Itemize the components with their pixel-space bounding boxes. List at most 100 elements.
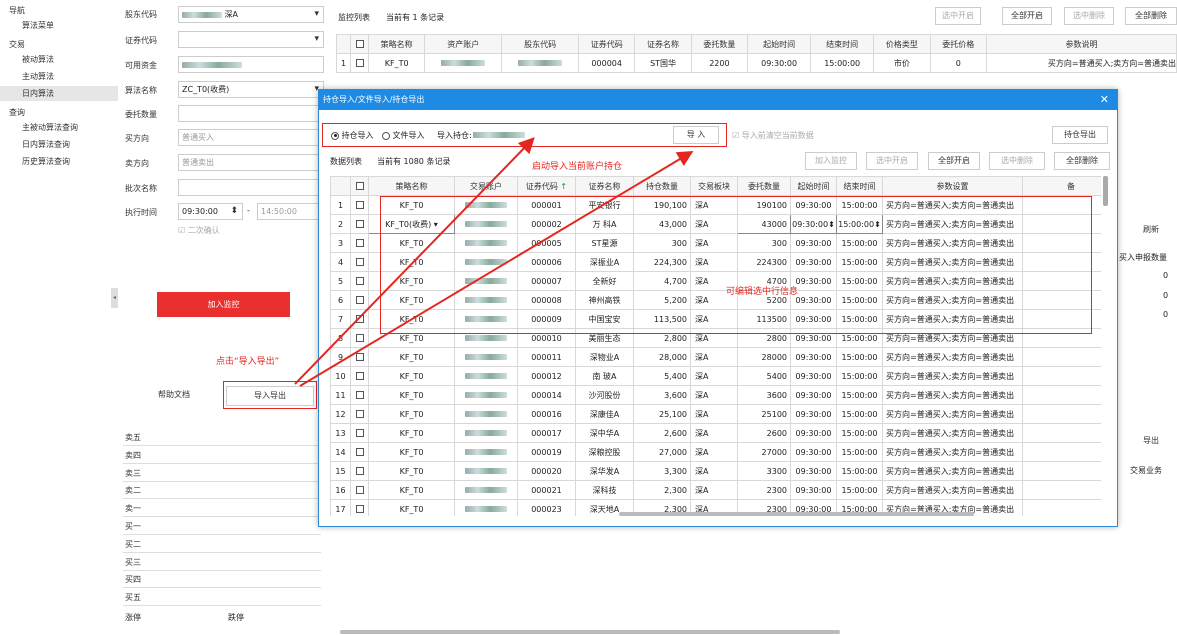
nav-item-algo-list[interactable]: 算法菜单 (0, 18, 118, 33)
nav-item-query-intraday[interactable]: 日内算法查询 (0, 137, 118, 152)
nav-item-query-passive[interactable]: 主被动算法查询 (0, 120, 118, 135)
row-index: 13 (330, 423, 351, 443)
refresh-button[interactable]: 刷新 (1125, 222, 1177, 240)
row-checkbox[interactable] (355, 59, 364, 67)
row-checkbox[interactable] (355, 239, 364, 247)
cell-entrust-qty: 27000 (737, 442, 791, 462)
select-all-checkbox[interactable] (355, 40, 364, 48)
monitor-sel-on-button[interactable]: 选中开启 (935, 7, 981, 25)
cell-entrust-qty: 3600 (737, 385, 791, 405)
second-confirm-checkbox[interactable]: ☑ 二次确认 (178, 225, 220, 236)
table-row[interactable]: 10 KF_T0 000012 南 玻A 5,400 深A 5400 09:30:00 15:0… (330, 366, 1101, 386)
cell-position-qty: 3,600 (633, 385, 691, 405)
row-checkbox[interactable] (355, 277, 364, 285)
table-row[interactable]: 1 KF_T0 000004 ST国华 2200 09:30:00 15:00:00 市价 0… (336, 53, 1177, 73)
cell-extra (1022, 480, 1101, 500)
nav-item-intraday[interactable]: 日内算法 (0, 86, 118, 101)
cell-account (424, 53, 503, 73)
table-row[interactable]: 13 KF_T0 000017 深中华A 2,600 深A 2600 09:30:00 15:0… (330, 423, 1101, 443)
cell-strategy: KF_T0 (368, 499, 455, 516)
row-checkbox[interactable] (355, 353, 364, 361)
dialog-sel-on-button[interactable]: 选中开启 (866, 152, 918, 170)
row-check (350, 404, 369, 424)
row-checkbox[interactable] (355, 486, 364, 494)
sort-up-icon[interactable]: ↑ (560, 182, 567, 191)
position-header-row: 策略名称 交易账户 证券代码 ↑ 证券名称 持仓数量 交易板块 委托数量 起始时… (330, 176, 1101, 196)
cell-account (454, 385, 518, 405)
row-checkbox[interactable] (355, 296, 364, 304)
row-check (350, 271, 369, 291)
shareholder-code-select[interactable]: 深A ▾ (178, 6, 324, 23)
algo-name-select[interactable]: ZC_T0(收费) ▾ (178, 81, 324, 98)
dialog-horizontal-scrollbar[interactable] (619, 512, 974, 516)
table-row[interactable]: 11 KF_T0 000014 沙河股份 3,600 深A 3600 09:30:00 15:0… (330, 385, 1101, 405)
cell-start: 09:30:00 (790, 347, 837, 367)
cell-position-qty: 27,000 (633, 442, 691, 462)
table-row[interactable]: 14 KF_T0 000019 深粮控股 27,000 深A 27000 09:30:00 15… (330, 442, 1101, 462)
monitor-sel-del-button[interactable]: 选中删除 (1064, 7, 1114, 25)
add-monitor-button[interactable]: 加入监控 (157, 292, 290, 317)
dialog-add-monitor-button[interactable]: 加入监控 (805, 152, 857, 170)
row-checkbox[interactable] (355, 315, 364, 323)
row-index: 5 (330, 271, 351, 291)
cell-name: 深华发A (575, 461, 634, 481)
row-checkbox[interactable] (355, 467, 364, 475)
cell-entrust-qty: 2300 (737, 480, 791, 500)
help-doc-button[interactable]: 帮助文档 (126, 386, 222, 406)
row-checkbox[interactable] (355, 448, 364, 456)
cell-board: 深A (690, 461, 738, 481)
horizontal-scrollbar[interactable] (340, 630, 840, 634)
nav-item-query-history[interactable]: 历史算法查询 (0, 154, 118, 169)
spin-icon[interactable]: ⬍ (230, 204, 238, 219)
row-check (350, 252, 369, 272)
row-checkbox[interactable] (355, 372, 364, 380)
cell-params: 买方向=普通买入;卖方向=普通卖出 (882, 442, 1023, 462)
select-all-checkbox[interactable] (355, 182, 364, 190)
export-position-button[interactable]: 持仓导出 (1052, 126, 1108, 144)
dialog-sel-del-button[interactable]: 选中删除 (989, 152, 1045, 170)
table-row[interactable]: 15 KF_T0 000020 深华发A 3,300 深A 3300 09:30:00 15:0… (330, 461, 1101, 481)
row-checkbox[interactable] (355, 334, 364, 342)
clear-before-import-checkbox[interactable]: ☑ 导入前清空当前数据 (732, 130, 814, 141)
row-checkbox[interactable] (355, 429, 364, 437)
col-header: 策略名称 (368, 176, 455, 196)
dialog-all-on-button[interactable]: 全部开启 (928, 152, 980, 170)
cell-strategy: KF_T0 (368, 480, 455, 500)
row-checkbox[interactable] (355, 505, 364, 513)
monitor-all-del-button[interactable]: 全部删除 (1125, 7, 1177, 25)
buy-dir-select[interactable]: 普通买入 (178, 129, 324, 146)
col-index (336, 34, 351, 54)
dialog-all-del-button[interactable]: 全部删除 (1054, 152, 1110, 170)
table-row[interactable]: 9 KF_T0 000011 深物业A 28,000 深A 28000 09:30:00 15:… (330, 347, 1101, 367)
cell-entrust-qty: 3300 (737, 461, 791, 481)
row-checkbox[interactable] (355, 391, 364, 399)
cell-start: 09:30:00 (790, 385, 837, 405)
table-row[interactable]: 12 KF_T0 000016 深康佳A 25,100 深A 25100 09:30:00 15… (330, 404, 1101, 424)
security-code-select[interactable]: ▾ (178, 31, 324, 48)
row-checkbox[interactable] (355, 220, 364, 228)
row-checkbox[interactable] (355, 410, 364, 418)
export-button[interactable]: 导出 (1125, 433, 1177, 451)
row-checkbox[interactable] (355, 201, 364, 209)
cell-start: 09:30:00 (790, 366, 837, 386)
row-checkbox[interactable] (355, 258, 364, 266)
row-index: 4 (330, 252, 351, 272)
sell-dir-select[interactable]: 普通卖出 (178, 154, 324, 171)
row-index: 9 (330, 347, 351, 367)
vertical-scrollbar[interactable] (1103, 176, 1108, 206)
nav-item-passive[interactable]: 被动算法 (0, 52, 118, 67)
table-row[interactable]: 16 KF_T0 000021 深科技 2,300 深A 2300 09:30:00 15:00… (330, 480, 1101, 500)
divider (123, 462, 321, 464)
nav-item-active[interactable]: 主动算法 (0, 69, 118, 84)
cell-params: 买方向=普通买入;卖方向=普通卖出 (882, 461, 1023, 481)
monitor-all-on-button[interactable]: 全部开启 (1002, 7, 1052, 25)
collapse-handle[interactable]: ◂ (111, 288, 118, 308)
start-time-field[interactable]: 09:30:00 ⬍ (178, 203, 243, 220)
batch-name-field[interactable] (178, 179, 324, 196)
cell-account (454, 347, 518, 367)
start-time-value: 09:30:00 (182, 207, 218, 216)
entrust-qty-field[interactable] (178, 105, 324, 122)
col-header: 备 (1022, 176, 1101, 196)
end-time-field[interactable]: 14:50:00 (257, 203, 321, 220)
close-icon[interactable]: ✕ (1100, 90, 1109, 110)
